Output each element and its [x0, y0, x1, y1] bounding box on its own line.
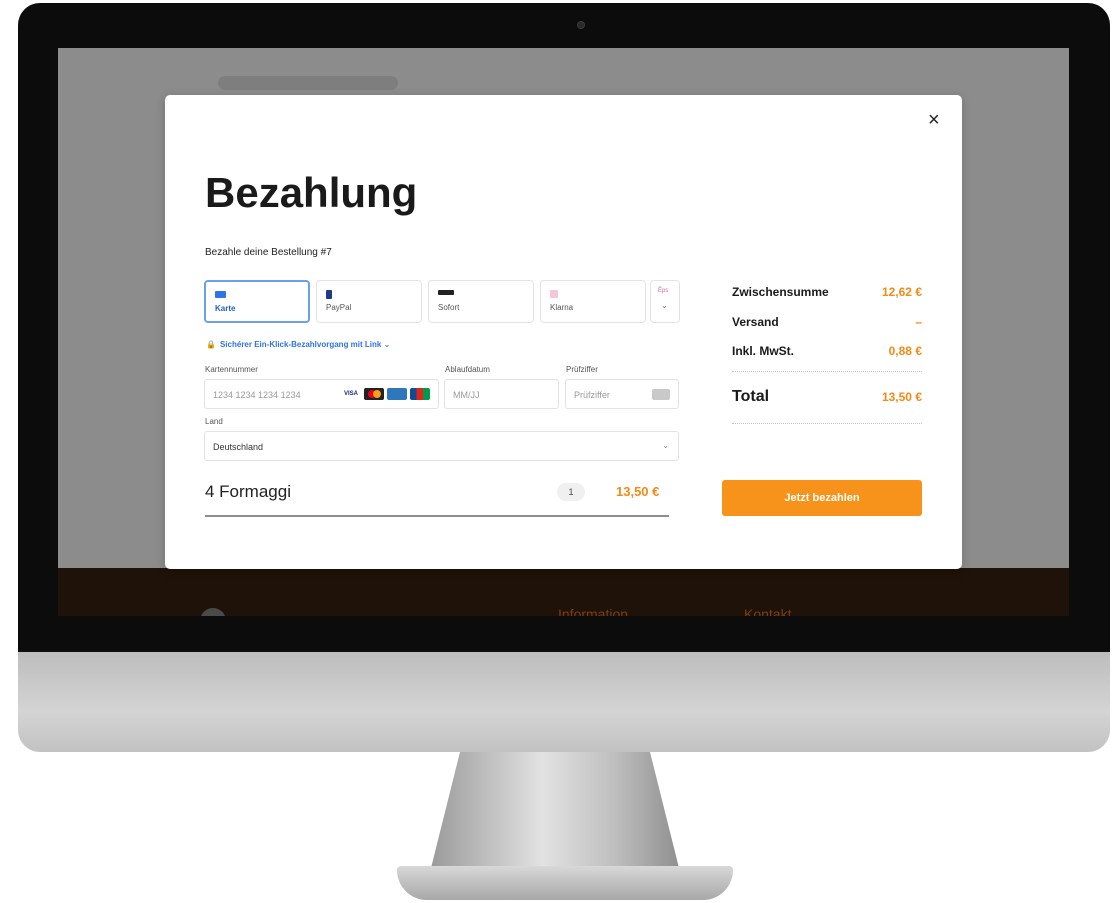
card-brand-logos: VISA: [341, 388, 430, 400]
total-value: 13,50 €: [881, 390, 922, 404]
more-methods-button[interactable]: Ēps ⌄: [650, 280, 680, 323]
footer-information: Information: [558, 606, 629, 616]
tab-paypal[interactable]: PayPal: [316, 280, 422, 323]
tab-card-label: Karte: [215, 304, 236, 313]
cvc-label: Prüfziffer: [566, 365, 598, 374]
subtotal-value: 12,62 €: [881, 285, 922, 299]
total-row: Total 13,50 €: [732, 388, 922, 406]
payment-modal: × Bezahlung Bezahle deine Bestellung #7 …: [165, 95, 962, 569]
shipping-label: Versand: [732, 315, 779, 329]
card-number-input[interactable]: 1234 1234 1234 1234 VISA: [204, 379, 439, 409]
tab-sofort[interactable]: Sofort: [428, 280, 534, 323]
modal-title: Bezahlung: [205, 169, 418, 216]
card-number-label: Kartennummer: [205, 365, 258, 374]
payment-method-tabs: Karte PayPal Sofort Klarna Ēps ⌄: [204, 280, 680, 323]
tab-klarna[interactable]: Klarna: [540, 280, 646, 323]
country-label: Land: [205, 417, 223, 426]
tab-sofort-label: Sofort: [438, 303, 460, 312]
cvc-placeholder: Prüfziffer: [574, 390, 610, 400]
subtotal-row: Zwischensumme 12,62 €: [732, 285, 922, 299]
country-select[interactable]: Deutschland ⌄: [204, 431, 679, 461]
tax-label: Inkl. MwSt.: [732, 344, 795, 358]
monitor-base: [397, 866, 733, 900]
expiry-label: Ablaufdatum: [445, 365, 490, 374]
chevron-down-icon: ⌄: [661, 301, 668, 310]
amex-icon: [387, 388, 407, 400]
summary-divider-bottom: [732, 423, 922, 424]
klarna-icon: [550, 290, 558, 298]
tab-klarna-label: Klarna: [550, 303, 574, 312]
close-icon[interactable]: ×: [928, 109, 940, 132]
card-number-placeholder: 1234 1234 1234 1234: [213, 390, 301, 400]
eps-icon: Ēps: [658, 288, 669, 294]
quantity-badge: 1: [557, 483, 585, 501]
tax-value: 0,88 €: [888, 344, 922, 358]
shipping-row: Versand –: [732, 315, 922, 329]
pay-now-button[interactable]: Jetzt bezahlen: [722, 480, 922, 516]
cvc-input[interactable]: Prüfziffer: [565, 379, 679, 409]
product-price: 13,50 €: [616, 484, 660, 499]
jcb-icon: [410, 388, 430, 400]
summary-divider: [732, 371, 922, 372]
card-icon: [215, 291, 226, 298]
country-value: Deutschland: [213, 442, 264, 452]
cvc-card-icon: [652, 389, 670, 400]
lock-icon: 🔒: [206, 340, 216, 349]
product-name: 4 Formaggi: [205, 482, 291, 501]
tax-row: Inkl. MwSt. 0,88 €: [732, 344, 922, 358]
secure-link[interactable]: 🔒 Sichérer Ein-Klick-Bezahlvorgang mit Li…: [206, 340, 390, 349]
tab-paypal-label: PayPal: [326, 303, 352, 312]
product-divider: [205, 515, 669, 517]
background-nav-pill: [218, 76, 398, 90]
total-label: Total: [732, 388, 770, 405]
tab-card[interactable]: Karte: [204, 280, 310, 323]
monitor-chin: [18, 652, 1110, 752]
mastercard-icon: [364, 388, 384, 400]
sofort-icon: [438, 290, 454, 295]
chevron-down-icon: ⌄: [662, 441, 669, 450]
expiry-placeholder: MM/JJ: [453, 390, 480, 400]
paypal-icon: [326, 290, 332, 299]
visa-icon: VISA: [341, 388, 361, 400]
shipping-value: –: [915, 315, 922, 329]
order-subtitle: Bezahle deine Bestellung #7: [205, 247, 332, 258]
monitor-stand: [430, 752, 680, 872]
expiry-input[interactable]: MM/JJ: [444, 379, 559, 409]
secure-link-label: Sichérer Ein-Klick-Bezahlvorgang mit Lin…: [219, 340, 391, 349]
footer-contact: Kontakt: [744, 606, 792, 616]
subtotal-label: Zwischensumme: [732, 285, 829, 299]
camera-dot: [577, 21, 585, 29]
